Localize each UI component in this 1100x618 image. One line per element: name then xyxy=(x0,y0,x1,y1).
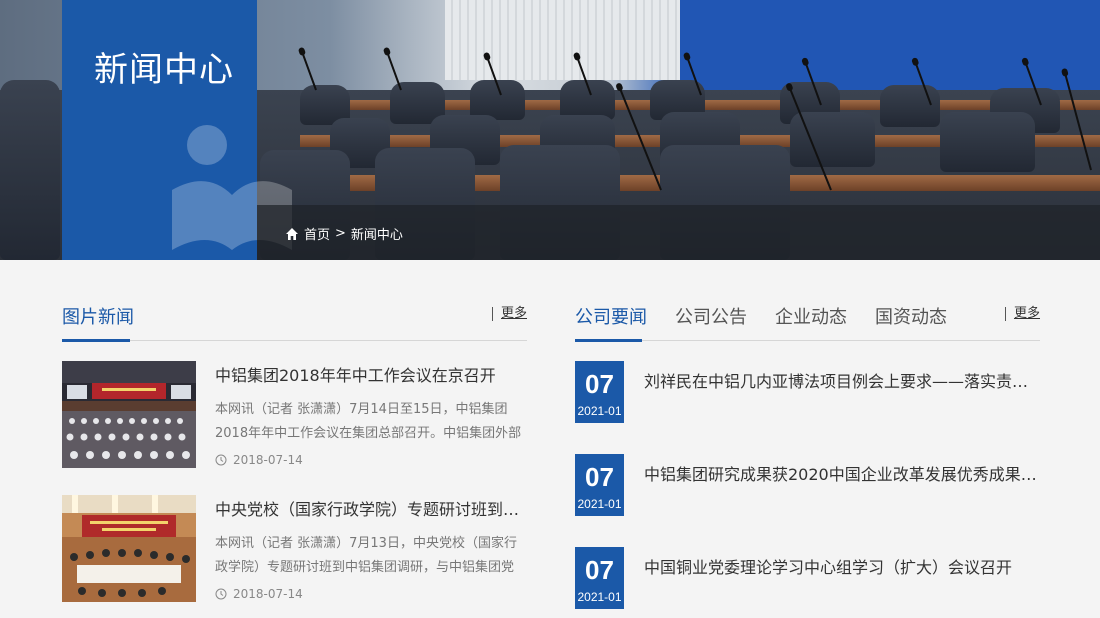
photo-news-section: 图片新闻 更多 中铝集团2018年年中工作会议在京召开 本网讯（记者 张潇潇）7… xyxy=(62,290,527,602)
banner-wall-panel xyxy=(445,0,680,80)
news-date: 2018-07-14 xyxy=(215,453,303,467)
tab-company-announcements[interactable]: 公司公告 xyxy=(675,303,747,329)
date-day: 07 xyxy=(585,555,614,585)
news-title[interactable]: 中铝集团2018年年中工作会议在京召开 xyxy=(215,362,527,386)
banner-wall-blue xyxy=(680,0,1100,95)
clock-icon xyxy=(215,454,227,466)
breadcrumb: 首页 > 新闻中心 xyxy=(285,224,403,243)
heading-underline xyxy=(62,339,130,342)
date-year-month: 2021-01 xyxy=(577,404,622,418)
home-icon[interactable] xyxy=(285,227,299,241)
breadcrumb-current: 新闻中心 xyxy=(350,228,403,243)
news-date: 2018-07-14 xyxy=(215,587,303,601)
banner-title-box xyxy=(62,0,292,260)
date-badge: 07 2021-01 xyxy=(575,547,624,609)
date-year-month: 2021-01 xyxy=(577,497,622,511)
photo-news-heading[interactable]: 图片新闻 xyxy=(62,303,134,339)
tab-company-news[interactable]: 公司要闻 xyxy=(575,303,647,329)
date-day: 07 xyxy=(585,462,614,492)
tab-enterprise-updates[interactable]: 企业动态 xyxy=(775,303,847,329)
photo-news-item[interactable]: 中央党校（国家行政学院）专题研讨班到中铝集团调研 本网讯（记者 张潇潇）7月13… xyxy=(62,495,527,603)
news-more-link[interactable]: 更多 xyxy=(1004,307,1040,321)
date-day: 07 xyxy=(585,369,614,399)
news-section: 公司要闻 公司公告 企业动态 国资动态 更多 07 2021-01 刘祥民在中铝… xyxy=(575,290,1040,609)
news-description: 本网讯（记者 张潇潇）7月13日，中央党校（国家行政学院）专题研讨班到中铝集团调… xyxy=(215,536,517,575)
news-date-text: 2018-07-14 xyxy=(233,587,303,601)
news-list-item[interactable]: 07 2021-01 中国铜业党委理论学习中心组学习（扩大）会议召开 xyxy=(575,547,1040,609)
news-header: 公司要闻 公司公告 企业动态 国资动态 更多 xyxy=(575,290,1040,342)
photo-news-header: 图片新闻 更多 xyxy=(62,290,527,342)
page-title: 新闻中心 xyxy=(94,50,234,90)
tab-sasac-updates[interactable]: 国资动态 xyxy=(875,303,947,329)
news-tabs: 公司要闻 公司公告 企业动态 国资动态 xyxy=(575,303,947,329)
news-title[interactable]: 中铝集团研究成果获2020中国企业改革发展优秀成果一等奖 xyxy=(644,461,1040,485)
news-title[interactable]: 中央党校（国家行政学院）专题研讨班到中铝集团调研 xyxy=(215,496,527,520)
breadcrumb-separator: > xyxy=(335,226,346,241)
photo-news-item[interactable]: 中铝集团2018年年中工作会议在京召开 本网讯（记者 张潇潇）7月14日至15日… xyxy=(62,361,527,469)
banner: 新闻中心 首页 > 新闻中心 xyxy=(0,0,1100,260)
news-list-item[interactable]: 07 2021-01 刘祥民在中铝几内亚博法项目例会上要求——落实责任 再接再厉 xyxy=(575,361,1040,423)
news-date-text: 2018-07-14 xyxy=(233,453,303,467)
active-tab-underline xyxy=(575,339,642,342)
date-year-month: 2021-01 xyxy=(577,590,622,604)
breadcrumb-home-link[interactable]: 首页 xyxy=(304,224,330,243)
news-thumbnail[interactable] xyxy=(62,361,196,468)
news-title[interactable]: 中国铜业党委理论学习中心组学习（扩大）会议召开 xyxy=(644,554,1040,578)
news-description: 本网讯（记者 张潇潇）7月14日至15日，中铝集团2018年年中工作会议在集团总… xyxy=(215,402,522,441)
news-title[interactable]: 刘祥民在中铝几内亚博法项目例会上要求——落实责任 再接再厉 xyxy=(644,368,1040,392)
clock-icon xyxy=(215,588,227,600)
date-badge: 07 2021-01 xyxy=(575,454,624,516)
date-badge: 07 2021-01 xyxy=(575,361,624,423)
photo-news-more-link[interactable]: 更多 xyxy=(491,307,527,321)
news-list-item[interactable]: 07 2021-01 中铝集团研究成果获2020中国企业改革发展优秀成果一等奖 xyxy=(575,454,1040,516)
news-thumbnail[interactable] xyxy=(62,495,196,602)
